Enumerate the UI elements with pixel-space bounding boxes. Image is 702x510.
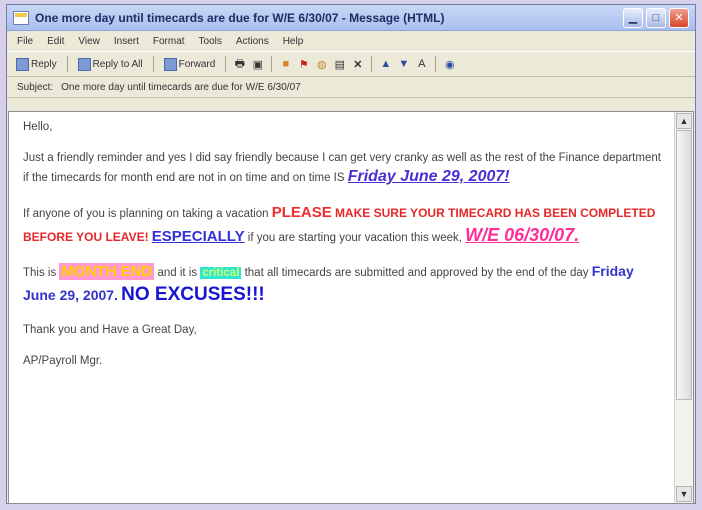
- close-button[interactable]: ✕: [669, 7, 689, 28]
- critical-intro: and it is: [157, 267, 198, 280]
- subject-row: Subject: One more day until timecards ar…: [7, 77, 695, 98]
- signature: AP/Payroll Mgr.: [23, 354, 103, 367]
- menu-bar: File Edit View Insert Format Tools Actio…: [7, 31, 695, 51]
- paragraph-month-end: This is MONTH END and it is critical tha…: [23, 262, 663, 308]
- month-end-intro: This is: [23, 267, 57, 280]
- vertical-scrollbar[interactable]: ▲ ▼: [674, 112, 693, 503]
- menu-actions[interactable]: Actions: [236, 36, 269, 47]
- title-bar: One more day until timecards are due for…: [7, 5, 695, 31]
- maximize-button[interactable]: □: [646, 7, 666, 28]
- greeting: Hello,: [23, 121, 53, 133]
- vacation-week-text: if you are starting your vacation this w…: [247, 231, 462, 244]
- menu-insert[interactable]: Insert: [114, 36, 139, 47]
- toolbar-separator: [371, 56, 373, 72]
- menu-file[interactable]: File: [17, 36, 33, 47]
- window-controls: ▁ □ ✕: [623, 7, 689, 28]
- critical-highlight: critical: [200, 267, 242, 280]
- categories-icon[interactable]: ■: [279, 58, 292, 71]
- submission-text: that all timecards are submitted and app…: [244, 267, 589, 280]
- scroll-up-arrow-icon[interactable]: ▲: [676, 113, 692, 129]
- follow-up-icon[interactable]: ◍: [315, 58, 328, 71]
- toolbar-separator: [225, 56, 227, 72]
- reply-all-button[interactable]: Reply to All: [75, 57, 146, 72]
- month-end-highlight: MONTH END: [59, 263, 155, 281]
- reply-all-label: Reply to All: [92, 58, 143, 70]
- paragraph-reminder: Just a friendly reminder and yes I did s…: [23, 151, 663, 188]
- due-date-text: Friday June 29, 2007!: [347, 168, 510, 186]
- especially-text: ESPECIALLY: [151, 227, 245, 245]
- forward-icon: [163, 57, 177, 71]
- please-text: PLEASE: [271, 203, 332, 221]
- previous-item-icon[interactable]: ▲: [379, 58, 392, 71]
- message-body: Hello, Just a friendly reminder and yes …: [8, 111, 694, 504]
- toolbar-separator: [435, 56, 437, 72]
- menu-edit[interactable]: Edit: [47, 36, 64, 47]
- next-item-icon[interactable]: ▼: [397, 58, 410, 71]
- envelope-icon: [13, 10, 29, 25]
- font-size-icon[interactable]: A: [415, 58, 428, 71]
- forward-button[interactable]: Forward: [161, 57, 219, 72]
- help-icon[interactable]: ◉: [443, 58, 456, 71]
- menu-format[interactable]: Format: [153, 36, 185, 47]
- reply-all-icon: [77, 57, 91, 71]
- toolbar-separator: [271, 56, 273, 72]
- forward-label: Forward: [178, 58, 216, 70]
- save-icon[interactable]: ▣: [251, 58, 264, 71]
- scroll-thumb[interactable]: [676, 130, 692, 400]
- delete-icon[interactable]: ✕: [351, 58, 364, 71]
- message-content: Hello, Just a friendly reminder and yes …: [9, 112, 675, 503]
- reply-button[interactable]: Reply: [13, 57, 60, 72]
- vacation-text: If anyone of you is planning on taking a…: [23, 207, 269, 220]
- minimize-button[interactable]: ▁: [623, 7, 643, 28]
- menu-help[interactable]: Help: [283, 36, 304, 47]
- closing-text: Thank you and Have a Great Day,: [23, 324, 197, 337]
- print-icon[interactable]: 🖶: [233, 58, 246, 71]
- toolbar-separator: [152, 56, 154, 72]
- flag-icon[interactable]: ⚑: [297, 58, 310, 71]
- toolbar-separator: [66, 56, 68, 72]
- reminder-text: Just a friendly reminder and yes I did s…: [23, 151, 661, 185]
- no-excuses-text: NO EXCUSES!!!: [121, 284, 265, 306]
- scroll-down-arrow-icon[interactable]: ▼: [676, 486, 692, 502]
- paragraph-vacation: If anyone of you is planning on taking a…: [23, 203, 663, 248]
- window-title: One more day until timecards are due for…: [35, 10, 445, 25]
- subject-label: Subject:: [17, 81, 54, 93]
- address-book-icon[interactable]: ▤: [333, 58, 346, 71]
- menu-tools[interactable]: Tools: [199, 36, 222, 47]
- toolbar: Reply Reply to All Forward 🖶 ▣ ■ ⚑ ◍ ▤ ✕…: [7, 51, 695, 77]
- menu-view[interactable]: View: [78, 36, 100, 47]
- reply-icon: [16, 57, 29, 71]
- subject-value: One more day until timecards are due for…: [61, 81, 301, 93]
- reply-label: Reply: [31, 58, 57, 70]
- week-ending-text: W/E 06/30/07.: [465, 224, 580, 245]
